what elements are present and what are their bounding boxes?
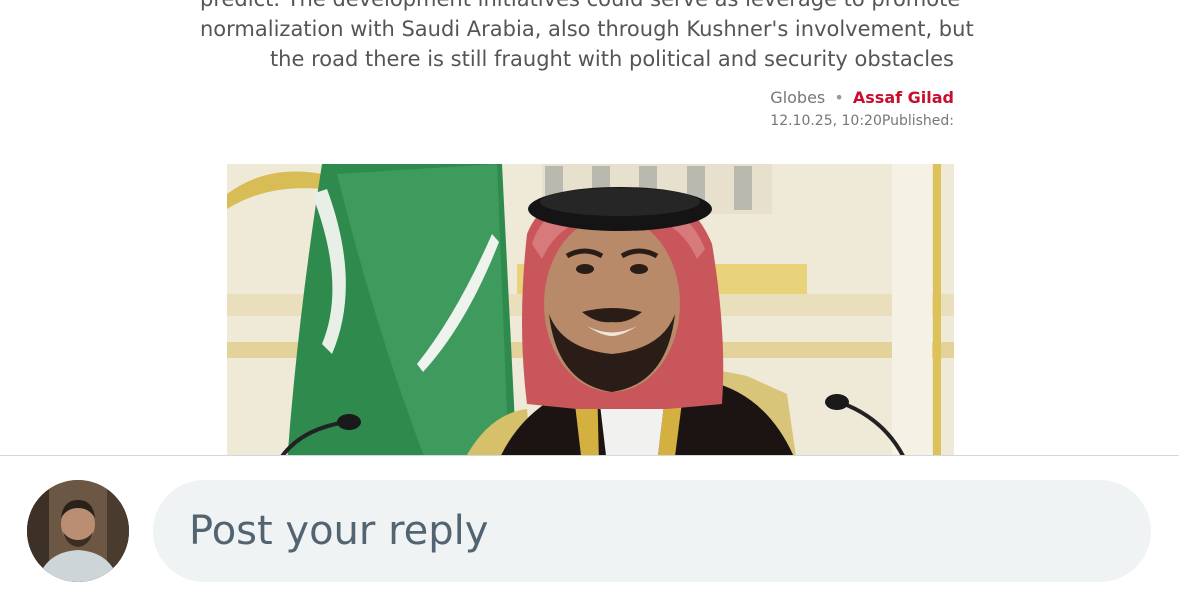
article-subtitle: predict. The development initiatives cou… [200,0,974,74]
published-date: 12.10.25, 10:20Published: [770,113,954,129]
article-photo [227,164,954,455]
reply-input[interactable] [153,480,1151,582]
subtitle-line: normalization with Saudi Arabia, also th… [200,17,974,41]
reply-composer [0,456,1179,600]
avatar[interactable] [27,480,129,582]
subtitle-line: predict. The development initiatives cou… [200,0,960,14]
author-link[interactable]: Assaf Gilad [853,88,954,107]
article-byline: Globes • Assaf Gilad [770,88,954,107]
byline-separator: • [834,88,844,107]
subtitle-line: the road there is still fraught with pol… [269,47,954,71]
avatar-illustration [27,480,129,582]
article-photo-illustration [227,164,954,455]
article-content: predict. The development initiatives cou… [0,0,1179,455]
source-name[interactable]: Globes [770,88,825,107]
